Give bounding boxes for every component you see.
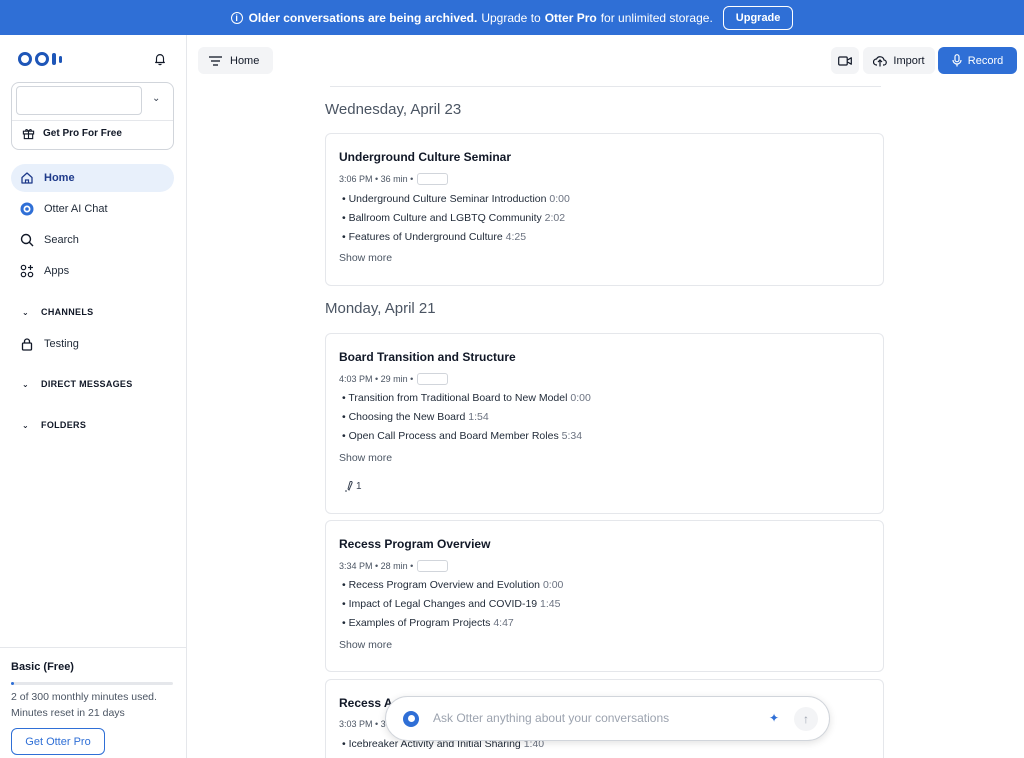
sidebar-item-search[interactable]: Search	[11, 226, 174, 254]
sidebar-item-label: Search	[44, 234, 79, 246]
get-pro-free-link[interactable]: Get Pro For Free	[22, 127, 122, 140]
outline-item[interactable]: • Transition from Traditional Board to N…	[342, 392, 591, 404]
microphone-icon	[952, 54, 962, 67]
conversation-card[interactable]: Recess Program Overview 3:34 PM • 28 min…	[325, 520, 884, 672]
sidebar-item-testing[interactable]: Testing	[11, 330, 174, 358]
outline-item[interactable]: • Recess Program Overview and Evolution …	[342, 579, 563, 591]
divider	[12, 120, 173, 121]
home-icon	[20, 171, 34, 185]
workspace-switcher: ⌄ Get Pro For Free	[11, 82, 174, 150]
speaker-chip[interactable]	[417, 373, 449, 385]
show-more-link[interactable]: Show more	[339, 639, 392, 651]
apps-icon	[20, 264, 34, 278]
upgrade-button[interactable]: Upgrade	[722, 5, 794, 30]
banner-pro-name: Otter Pro	[544, 10, 597, 25]
sidebar-item-label: Testing	[44, 338, 79, 350]
outline-item[interactable]: • Examples of Program Projects 4:47	[342, 617, 514, 629]
reset-text: Minutes reset in 21 days	[11, 707, 125, 719]
plan-title: Basic (Free)	[11, 661, 74, 673]
speaker-chip[interactable]	[417, 173, 449, 185]
sidebar-item-label: Apps	[44, 265, 70, 277]
chevron-down-icon: ⌄	[22, 307, 30, 317]
show-more-link[interactable]: Show more	[339, 452, 392, 464]
banner-text: Upgrade to	[481, 10, 541, 25]
otter-icon	[20, 202, 34, 216]
usage-progress-bar	[11, 682, 173, 685]
folders-header[interactable]: ⌄ FOLDERS	[22, 420, 86, 430]
outline-item[interactable]: • Open Call Process and Board Member Rol…	[342, 430, 582, 442]
import-button[interactable]: Import	[863, 47, 935, 74]
outline-item[interactable]: • Choosing the New Board 1:54	[342, 411, 489, 423]
sidebar-item-label: Otter AI Chat	[44, 203, 108, 215]
search-icon	[20, 233, 34, 247]
upload-cloud-icon	[873, 55, 888, 66]
usage-text: 2 of 300 monthly minutes used.	[11, 691, 157, 703]
gift-icon	[22, 129, 35, 140]
record-label: Record	[967, 54, 1004, 67]
conversation-card[interactable]: Board Transition and Structure 4:03 PM •…	[325, 333, 884, 514]
send-button[interactable]: ↑	[794, 707, 818, 731]
conversation-title[interactable]: Recess A	[339, 696, 393, 710]
chevron-down-icon[interactable]: ⌄	[152, 93, 160, 104]
direct-messages-header[interactable]: ⌄ DIRECT MESSAGES	[22, 379, 133, 389]
workspace-select[interactable]	[16, 86, 142, 115]
outline-item[interactable]: • Features of Underground Culture 4:25	[342, 231, 526, 243]
get-otter-pro-button[interactable]: Get Otter Pro	[11, 728, 105, 755]
day-header: Wednesday, April 23	[325, 101, 462, 118]
sidebar-item-label: Home	[44, 172, 75, 184]
sidebar: ⌄ Get Pro For Free Home Otter AI Chat Se…	[0, 35, 187, 758]
channels-header[interactable]: ⌄ CHANNELS	[22, 307, 93, 317]
import-label: Import	[893, 54, 925, 67]
outline-item[interactable]: • Impact of Legal Changes and COVID-19 1…	[342, 598, 560, 610]
plan-panel: Basic (Free) 2 of 300 monthly minutes us…	[0, 647, 186, 758]
get-pro-label: Get Pro For Free	[43, 128, 122, 139]
chevron-down-icon: ⌄	[22, 420, 30, 430]
lock-icon	[20, 337, 34, 351]
conversation-meta: 3:03 PM • 3	[339, 719, 386, 729]
otter-logo[interactable]	[18, 52, 62, 66]
conversation-title[interactable]: Board Transition and Structure	[339, 350, 516, 364]
video-icon	[838, 55, 852, 66]
mention-count[interactable]: 1	[344, 481, 362, 492]
conversation-meta: 3:06 PM • 36 min •	[339, 173, 449, 185]
banner-text-end: for unlimited storage.	[600, 10, 713, 25]
speaker-chip[interactable]	[417, 560, 449, 572]
conversation-meta: 3:34 PM • 28 min •	[339, 560, 449, 572]
divider	[330, 86, 881, 87]
mention-icon	[345, 481, 353, 492]
archive-banner: i Older conversations are being archived…	[0, 0, 1024, 35]
conversation-title[interactable]: Underground Culture Seminar	[339, 150, 511, 164]
bell-icon[interactable]	[153, 52, 167, 66]
outline-item[interactable]: • Underground Culture Seminar Introducti…	[342, 193, 570, 205]
sidebar-item-apps[interactable]: Apps	[11, 257, 174, 285]
home-menu-button[interactable]: Home	[198, 47, 273, 74]
video-button[interactable]	[831, 47, 859, 74]
sidebar-item-otter-ai-chat[interactable]: Otter AI Chat	[11, 195, 174, 223]
otter-icon	[403, 710, 419, 727]
record-button[interactable]: Record	[938, 47, 1017, 74]
outline-item[interactable]: • Ballroom Culture and LGBTQ Community 2…	[342, 212, 565, 224]
sparkle-icon[interactable]: ✦	[769, 711, 779, 725]
ask-otter-input[interactable]	[433, 711, 753, 725]
conversation-title[interactable]: Recess Program Overview	[339, 537, 490, 551]
chevron-down-icon: ⌄	[22, 379, 30, 389]
sidebar-item-home[interactable]: Home	[11, 164, 174, 192]
day-header: Monday, April 21	[325, 300, 436, 317]
conversation-meta: 4:03 PM • 29 min •	[339, 373, 449, 385]
ask-otter-bar: ✦ ↑	[385, 696, 830, 741]
home-menu-label: Home	[230, 54, 260, 67]
conversation-card[interactable]: Underground Culture Seminar 3:06 PM • 36…	[325, 133, 884, 286]
info-icon: i	[230, 11, 243, 24]
arrow-up-icon: ↑	[803, 712, 809, 726]
banner-bold-text: Older conversations are being archived.	[248, 10, 478, 25]
menu-icon	[209, 55, 222, 66]
show-more-link[interactable]: Show more	[339, 252, 392, 264]
